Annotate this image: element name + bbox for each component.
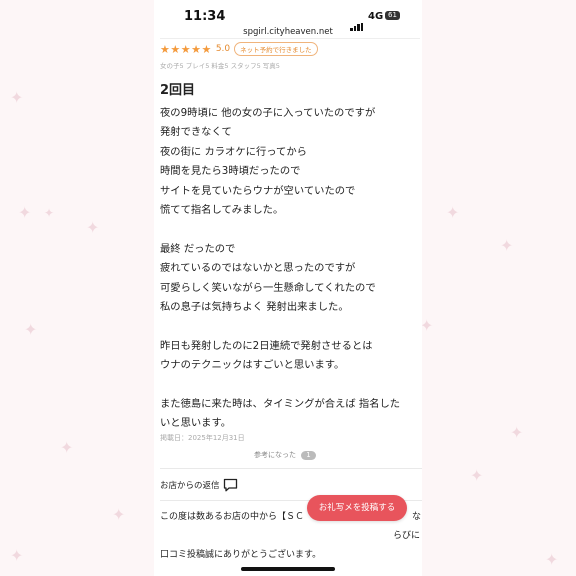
divider	[160, 468, 422, 469]
address-bar-url[interactable]: spgirl.cityheaven.net	[154, 27, 422, 37]
review-heading: 2回目	[160, 83, 196, 98]
review-line	[160, 220, 422, 239]
sparkle-decoration: ✦	[60, 438, 74, 457]
sparkle-decoration: ✦	[510, 423, 524, 442]
reply-line: らびに	[392, 531, 420, 541]
review-line: 夜の9時頃に 他の女の子に入っていたのですが	[160, 107, 376, 119]
phone-screen: 11:34 4G 61 spgirl.cityheaven.net ★★★★★ …	[154, 0, 422, 576]
review-line: 可愛らしく笑いながら一生懸命してくれたので	[160, 281, 376, 294]
status-bar: 11:34 4G 61	[154, 0, 422, 31]
review-line: 夜の街に カラオケに行ってから	[160, 145, 307, 158]
sparkle-decoration: ✦	[420, 316, 434, 335]
sparkle-decoration: ✦	[545, 550, 559, 569]
post-thank-you-photo-button[interactable]: お礼写メを投稿する	[307, 495, 407, 521]
rating-row: ★★★★★ 5.0 ネット予約で行きました	[160, 42, 318, 56]
network-type: 4G	[368, 11, 384, 22]
sparkle-decoration: ✦	[10, 546, 24, 565]
review-line: いと思います。	[160, 417, 232, 430]
sparkle-decoration: ✦	[44, 206, 55, 220]
review-line: 時間を見たら3時頃だったので	[160, 165, 301, 178]
sparkle-decoration: ✦	[446, 203, 460, 222]
review-line: また徳島に来た時は、タイミングが合えば 指名した	[160, 397, 401, 410]
posted-date: 掲載日：2025年12月31日	[160, 434, 245, 442]
review-line: 最終 だったので	[160, 242, 236, 255]
helpful-count: 1	[301, 450, 316, 460]
helpful-button[interactable]: 参考になった 1	[254, 450, 316, 460]
sparkle-decoration: ✦	[86, 218, 100, 237]
review-line: 慌てて指名してみました。	[160, 203, 284, 216]
status-time: 11:34	[184, 9, 226, 24]
review-line: 昨日も発射したのに2日連続で発射させるとは	[160, 339, 373, 352]
star-rating-icon: ★★★★★	[160, 42, 212, 56]
reply-line-tail: な	[412, 512, 422, 522]
sparkle-decoration: ✦	[112, 505, 126, 524]
review-line: ウナのテクニックはすごいと思います。	[160, 359, 345, 372]
sub-scores: 女の子5 プレイ5 料金5 スタッフ5 写真5	[160, 62, 280, 70]
sparkle-decoration: ✦	[10, 88, 24, 107]
home-indicator[interactable]	[241, 567, 335, 571]
review-line	[160, 375, 422, 394]
review-line: 私の息子は気持ちよく 発射出来ました。	[160, 300, 349, 313]
sparkle-decoration: ✦	[18, 203, 32, 222]
helpful-label: 参考になった	[254, 451, 296, 459]
sparkle-decoration: ✦	[500, 236, 514, 255]
reply-line-text: この度は数あるお店の中から【ＳＣ	[160, 512, 305, 522]
rating-score: 5.0	[215, 44, 231, 54]
review-body: 夜の9時頃に 他の女の子に入っていたのですが 発射できなくて 夜の街に カラオケ…	[160, 104, 422, 434]
sparkle-decoration: ✦	[470, 466, 484, 485]
visit-badge: ネット予約で行きました	[234, 42, 318, 56]
reply-line: 口コミ投稿誠にありがとうございます。	[160, 550, 322, 560]
sparkle-decoration: ✦	[24, 320, 38, 339]
review-line	[160, 317, 422, 336]
shop-reply-header[interactable]: お店からの返信	[160, 478, 238, 492]
battery-icon: 61	[385, 11, 400, 20]
divider	[160, 38, 420, 39]
shop-reply-label: お店からの返信	[160, 481, 220, 491]
speech-bubble-icon	[223, 478, 237, 492]
review-line: 疲れているのではないかと思ったのですが	[160, 262, 356, 275]
review-line: サイトを見ていたらウナが空いていたので	[160, 184, 356, 197]
review-line: 発射できなくて	[160, 126, 232, 139]
